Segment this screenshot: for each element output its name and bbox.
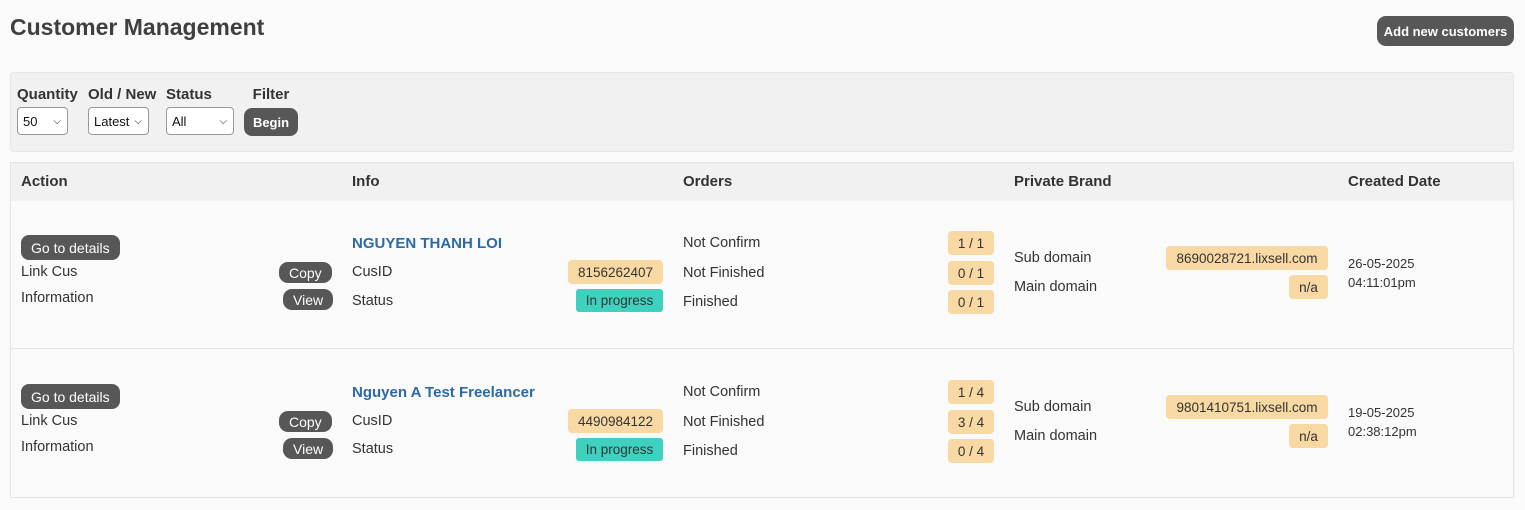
header-action: Action (21, 173, 68, 190)
add-new-customers-button[interactable]: Add new customers (1377, 16, 1514, 46)
customer-name-link[interactable]: Nguyen A Test Freelancer (352, 384, 535, 401)
quantity-value: 50 (23, 113, 38, 129)
status-value: All (172, 113, 187, 129)
information-label: Information (21, 290, 94, 306)
quantity-filter: Quantity 50 ⌵ (17, 86, 78, 135)
customer-name-link[interactable]: NGUYEN THANH LOI (352, 235, 502, 252)
sub-domain-label: Sub domain (1014, 250, 1092, 266)
status-select[interactable]: All ⌵ (166, 107, 234, 135)
created-time: 02:38:12pm (1348, 424, 1417, 439)
status-label: Status (166, 86, 212, 103)
view-button[interactable]: View (283, 438, 334, 459)
created-time: 04:11:01pm (1348, 275, 1416, 290)
main-domain-label: Main domain (1014, 279, 1098, 295)
header-private-brand: Private Brand (1014, 173, 1112, 190)
order-filter: Old / New Latest ⌵ (88, 86, 156, 135)
view-button[interactable]: View (283, 289, 334, 310)
main-domain-label: Main domain (1014, 428, 1098, 444)
go-to-details-button[interactable]: Go to details (21, 235, 120, 260)
status-filter: Status All ⌵ (166, 86, 234, 135)
go-to-details-button[interactable]: Go to details (21, 384, 120, 409)
sub-domain-badge[interactable]: 9801410751.lixsell.com (1166, 395, 1328, 419)
created-date: 26-05-2025 (1348, 256, 1415, 271)
table-row: Go to details Link Cus Copy Information … (11, 201, 1513, 349)
order-label: Old / New (88, 86, 157, 103)
quantity-label: Quantity (17, 86, 78, 103)
created-date: 19-05-2025 (1348, 405, 1415, 420)
order-label: Finished (683, 443, 738, 459)
main-domain-badge: n/a (1289, 275, 1328, 299)
filter-label: Filter (252, 86, 290, 103)
cusid-label: CusID (352, 413, 393, 429)
chevron-down-icon: ⌵ (53, 115, 61, 127)
status-row-label: Status (352, 441, 394, 457)
link-cus-label: Link Cus (21, 413, 78, 429)
chevron-down-icon: ⌵ (219, 115, 227, 127)
header-created-date: Created Date (1348, 173, 1441, 190)
status-row-label: Status (352, 293, 394, 309)
table-header: Action Info Orders Private Brand Created… (11, 163, 1513, 201)
order-count-badge: 3 / 4 (948, 410, 994, 434)
table-row: Go to details Link Cus Copy Information … (11, 350, 1513, 498)
cusid-badge: 4490984122 (568, 409, 663, 433)
cusid-badge: 8156262407 (568, 260, 663, 284)
cusid-label: CusID (352, 264, 393, 280)
order-count-badge: 0 / 4 (948, 439, 994, 463)
order-label: Finished (683, 294, 738, 310)
order-value: Latest (94, 113, 130, 129)
order-count-badge: 0 / 1 (948, 290, 994, 314)
status-badge: In progress (576, 438, 663, 461)
customer-table: Action Info Orders Private Brand Created… (10, 162, 1514, 498)
order-count-badge: 1 / 1 (948, 231, 994, 255)
begin-button[interactable]: Begin (244, 108, 298, 136)
filter-group: Filter Begin (244, 86, 298, 136)
link-cus-label: Link Cus (21, 264, 78, 280)
status-badge: In progress (576, 289, 663, 312)
order-label: Not Confirm (683, 235, 761, 251)
order-count-badge: 0 / 1 (948, 261, 994, 285)
information-label: Information (21, 439, 94, 455)
copy-button[interactable]: Copy (279, 262, 332, 283)
page-title: Customer Management (10, 14, 265, 40)
order-count-badge: 1 / 4 (948, 380, 994, 404)
quantity-select[interactable]: 50 ⌵ (17, 107, 68, 135)
sub-domain-label: Sub domain (1014, 399, 1092, 415)
order-select[interactable]: Latest ⌵ (88, 107, 149, 135)
order-label: Not Finished (683, 265, 765, 281)
copy-button[interactable]: Copy (279, 411, 332, 432)
order-label: Not Confirm (683, 384, 761, 400)
chevron-down-icon: ⌵ (134, 115, 142, 127)
filter-panel: Quantity 50 ⌵ Old / New Latest ⌵ Status … (10, 72, 1514, 152)
order-label: Not Finished (683, 414, 765, 430)
header-info: Info (352, 173, 380, 190)
sub-domain-badge[interactable]: 8690028721.lixsell.com (1166, 246, 1328, 270)
main-domain-badge: n/a (1289, 424, 1328, 448)
header-orders: Orders (683, 173, 733, 190)
